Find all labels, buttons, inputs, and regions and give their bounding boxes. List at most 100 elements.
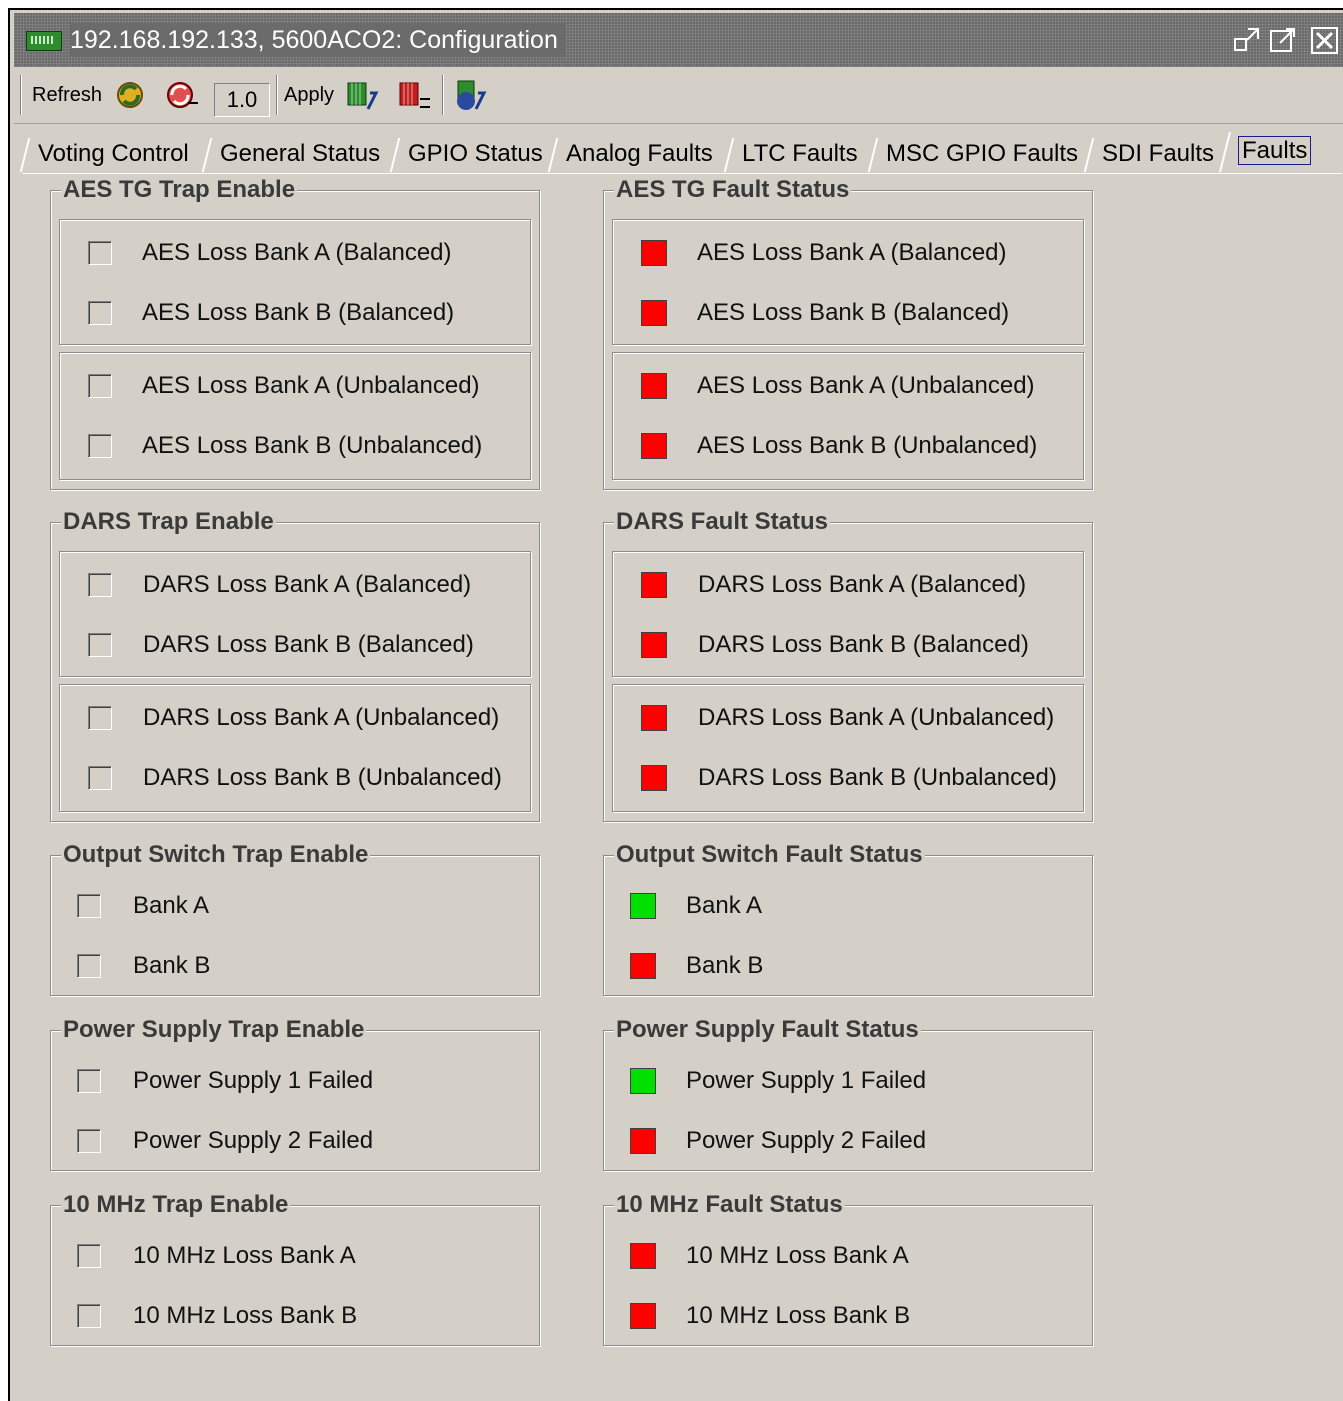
tab-voting-control[interactable]: Voting Control [22,136,206,172]
mhz-status-group: 10 MHz Fault Status 10 MHz Loss Bank A 1… [603,1192,1093,1346]
group-title: DARS Trap Enable [61,508,276,535]
power-trap-group: Power Supply Trap Enable Power Supply 1 … [50,1017,540,1171]
tab-general-status[interactable]: General Status [204,136,394,172]
tab-gpio-status[interactable]: GPIO Status [392,136,552,172]
tab-label: SDI Faults [1102,140,1215,167]
maximize-icon[interactable] [1268,25,1298,55]
checkbox[interactable] [77,1069,101,1093]
status-led [630,1128,656,1154]
close-icon[interactable] [1310,25,1340,55]
status-led [641,705,667,731]
group-title: Output Switch Fault Status [614,841,925,868]
dars-trap-group: DARS Trap Enable DARS Loss Bank A (Balan… [50,509,540,822]
toolbar-separator [276,75,278,115]
aes-trap-balanced: AES Loss Bank A (Balanced) AES Loss Bank… [59,219,531,345]
group-title: DARS Fault Status [614,508,831,535]
tab-bar: Voting Control General Status GPIO Statu… [22,128,1342,174]
dars-trap-unbalanced: DARS Loss Bank A (Unbalanced) DARS Loss … [59,684,531,812]
checkbox[interactable] [88,241,112,265]
group-title: Output Switch Trap Enable [61,841,371,868]
checkbox[interactable] [88,633,112,657]
refresh-button[interactable]: Refresh [32,81,102,109]
checkbox[interactable] [88,766,112,790]
row-label: DARS Loss Bank A (Balanced) [698,571,1027,598]
power-status-group: Power Supply Fault Status Power Supply 1… [603,1017,1093,1171]
tab-label: Voting Control [38,140,189,167]
restore-icon[interactable] [1232,25,1262,55]
apply-all-icon[interactable] [452,77,488,113]
card-icon [26,31,62,51]
status-led [641,300,667,326]
tab-ltc-faults[interactable]: LTC Faults [726,136,870,172]
tab-faults[interactable]: Faults [1222,130,1334,172]
status-led [630,1303,656,1329]
status-led [641,632,667,658]
tab-label: MSC GPIO Faults [886,140,1079,167]
aes-status-group: AES TG Fault Status AES Loss Bank A (Bal… [603,177,1093,490]
row-label: AES Loss Bank A (Balanced) [142,239,452,266]
row-label: 10 MHz Loss Bank B [686,1302,911,1329]
refresh-rate-field[interactable]: 1.0 [214,83,270,117]
tab-sdi-faults[interactable]: SDI Faults [1086,136,1226,172]
row-label: Power Supply 1 Failed [133,1067,374,1094]
group-title: 10 MHz Fault Status [614,1191,845,1218]
row-label: 10 MHz Loss Bank A [686,1242,909,1269]
row-label: Power Supply 1 Failed [686,1067,927,1094]
checkbox[interactable] [77,954,101,978]
checkbox[interactable] [88,374,112,398]
window-title: 192.168.192.133, 5600ACO2: Configuration [70,23,566,57]
row-label: DARS Loss Bank A (Unbalanced) [698,704,1055,731]
row-label: 10 MHz Loss Bank A [133,1242,356,1269]
refresh-icon[interactable] [112,77,148,113]
title-bar[interactable]: 192.168.192.133, 5600ACO2: Configuration [14,13,1343,67]
toolbar-separator [20,75,22,115]
apply-button[interactable]: Apply [284,81,334,109]
tab-analog-faults[interactable]: Analog Faults [550,136,726,172]
dars-status-group: DARS Fault Status DARS Loss Bank A (Bala… [603,509,1093,822]
toolbar: Refresh 1.0 Apply [14,67,1343,124]
row-label: Bank B [133,952,211,979]
mhz-trap-group: 10 MHz Trap Enable 10 MHz Loss Bank A 10… [50,1192,540,1346]
apply-red-icon[interactable] [396,77,432,113]
checkbox[interactable] [77,1304,101,1328]
tab-label: GPIO Status [408,140,543,167]
tab-label: LTC Faults [742,140,858,167]
row-label: Bank B [686,952,764,979]
checkbox[interactable] [77,894,101,918]
output-status-group: Output Switch Fault Status Bank A Bank B [603,842,1093,996]
checkbox[interactable] [88,573,112,597]
status-led [641,240,667,266]
tab-msc-gpio-faults[interactable]: MSC GPIO Faults [870,136,1088,172]
checkbox[interactable] [88,434,112,458]
dars-trap-balanced: DARS Loss Bank A (Balanced) DARS Loss Ba… [59,551,531,677]
status-led [641,572,667,598]
checkbox[interactable] [77,1244,101,1268]
aes-trap-unbalanced: AES Loss Bank A (Unbalanced) AES Loss Ba… [59,352,531,480]
status-led [641,765,667,791]
checkbox[interactable] [77,1129,101,1153]
checkbox[interactable] [88,706,112,730]
row-label: AES Loss Bank A (Unbalanced) [697,372,1035,399]
tab-label: General Status [220,140,381,167]
row-label: DARS Loss Bank A (Balanced) [143,571,472,598]
row-label: AES Loss Bank A (Balanced) [697,239,1007,266]
row-label: AES Loss Bank B (Balanced) [142,299,455,326]
status-led [630,953,656,979]
tab-label: Faults [1238,136,1312,165]
dars-status-balanced: DARS Loss Bank A (Balanced) DARS Loss Ba… [612,551,1084,677]
row-label: DARS Loss Bank B (Balanced) [143,631,474,658]
checkbox[interactable] [88,301,112,325]
row-label: AES Loss Bank B (Balanced) [697,299,1010,326]
group-title: AES TG Fault Status [614,176,852,203]
row-label: AES Loss Bank B (Unbalanced) [697,432,1038,459]
output-trap-group: Output Switch Trap Enable Bank A Bank B [50,842,540,996]
tab-divider [22,173,1342,174]
auto-refresh-icon[interactable] [164,77,200,113]
apply-green-icon[interactable] [344,77,380,113]
row-label: 10 MHz Loss Bank B [133,1302,358,1329]
aes-trap-group: AES TG Trap Enable AES Loss Bank A (Bala… [50,177,540,490]
status-led [630,1068,656,1094]
status-led [630,1243,656,1269]
aes-status-unbalanced: AES Loss Bank A (Unbalanced) AES Loss Ba… [612,352,1084,480]
tab-label: Analog Faults [566,140,713,167]
